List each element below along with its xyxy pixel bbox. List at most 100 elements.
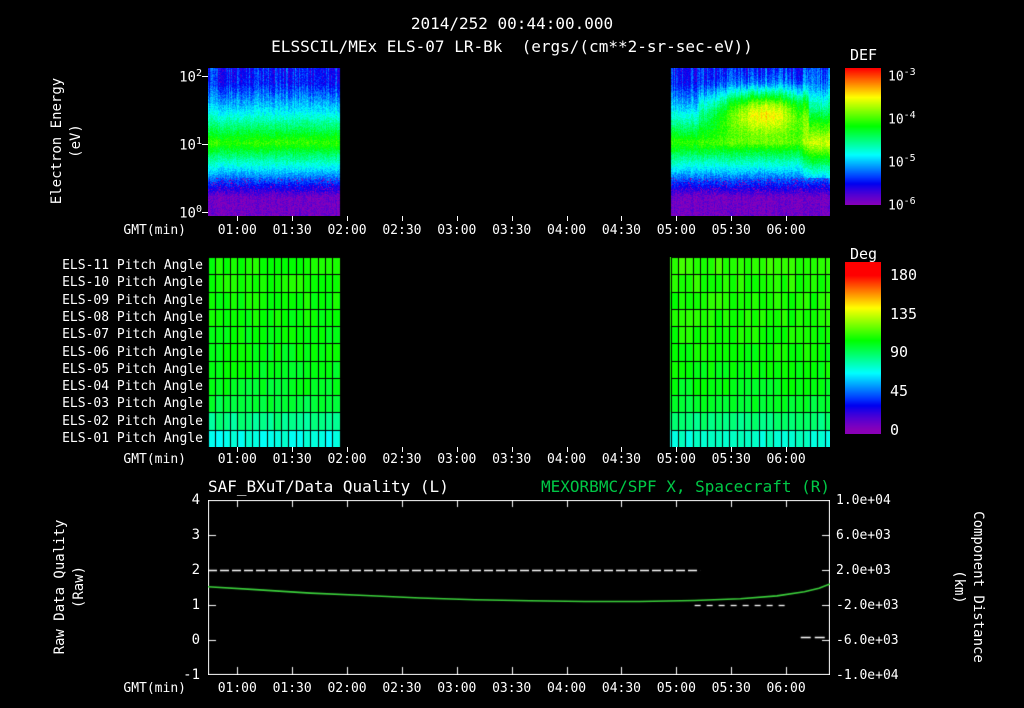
time-tick-label: 02:30	[382, 452, 422, 467]
pitch-row-label: ELS-01 Pitch Angle	[62, 430, 203, 446]
time-tick-label: 06:00	[766, 681, 806, 696]
line-plot-canvas	[208, 500, 830, 675]
energy-tick-mark	[202, 144, 208, 145]
distance-tick-label: 1.0e+04	[836, 493, 891, 508]
time-tick-mark	[731, 447, 732, 452]
time-tick-label: 01:00	[217, 223, 257, 238]
def-tick-exp: -5	[903, 153, 916, 164]
def-tick-base: 10	[888, 198, 904, 214]
time-tick-label: 04:30	[601, 681, 642, 696]
time-tick-label: 02:00	[327, 452, 367, 467]
distance-tick-label: -6.0e+03	[836, 633, 899, 648]
plot-timestamp: 2014/252 00:44:00.000	[410, 14, 614, 33]
distance-axis-label: Component Distance (km)	[949, 511, 987, 663]
time-tick-label: 01:30	[272, 452, 312, 467]
energy-tick-mark	[202, 76, 208, 77]
time-tick-mark	[237, 447, 238, 452]
time-tick-label: 05:00	[656, 223, 696, 238]
quality-axis-label-line2: (Raw)	[71, 565, 87, 609]
deg-colorbar-title: Deg	[850, 245, 878, 263]
time-tick-label: 04:00	[546, 223, 587, 238]
deg-colorbar-tick-label: 180	[890, 266, 918, 284]
time-tick-label: 03:30	[492, 452, 532, 467]
pitch-row-label: ELS-08 Pitch Angle	[62, 309, 203, 325]
distance-tick-label: 2.0e+03	[836, 563, 891, 578]
deg-colorbar-tick-label: 90	[890, 343, 909, 361]
time-tick-mark	[292, 216, 293, 221]
time-tick-label: 04:30	[601, 223, 642, 238]
time-tick-label: 01:30	[272, 223, 312, 238]
pitch-row-label: ELS-05 Pitch Angle	[62, 361, 203, 377]
pitch-row-label: ELS-02 Pitch Angle	[62, 413, 203, 429]
pitch-angle-canvas	[208, 257, 830, 447]
time-tick-mark	[567, 216, 568, 221]
time-tick-label: 02:00	[327, 681, 367, 696]
deg-colorbar-tick-label: 45	[890, 382, 909, 400]
time-tick-mark	[237, 216, 238, 221]
quality-axis-label-line1: Raw Data Quality	[52, 519, 69, 655]
def-colorbar-tick-label: 10-4	[888, 110, 916, 127]
distance-axis-label-line1: Component Distance	[969, 511, 986, 663]
time-tick-label: 05:30	[711, 223, 751, 238]
bottom-panel-header: SAF_BXuT/Data Quality (L) MEXORBMC/SPF X…	[208, 477, 830, 496]
time-tick-label: 05:00	[656, 452, 696, 467]
quality-tick-label: 0	[191, 632, 200, 648]
def-colorbar-canvas	[845, 68, 881, 205]
quality-tick-label: 2	[191, 562, 200, 578]
time-tick-mark	[786, 447, 787, 452]
time-tick-label: 03:30	[492, 681, 532, 696]
def-tick-base: 10	[888, 155, 904, 171]
energy-axis-label-line1: Electron Energy	[49, 77, 66, 205]
time-tick-label: 06:00	[766, 223, 806, 238]
quality-tick-label: 4	[191, 492, 200, 508]
time-tick-mark	[512, 216, 513, 221]
energy-tick-label: 100	[158, 204, 202, 222]
distance-tick-label: 6.0e+03	[836, 528, 891, 543]
time-tick-mark	[676, 216, 677, 221]
deg-colorbar-tick-label: 135	[890, 305, 918, 323]
time-tick-mark	[621, 216, 622, 221]
pitch-row-label: ELS-03 Pitch Angle	[62, 396, 203, 412]
time-tick-mark	[621, 447, 622, 452]
energy-tick-mark	[202, 212, 208, 213]
time-tick-label: 05:00	[656, 681, 696, 696]
pitch-row-label: ELS-09 Pitch Angle	[62, 292, 203, 308]
time-tick-label: 01:00	[217, 681, 257, 696]
distance-tick-label: -2.0e+03	[836, 598, 899, 613]
energy-tick-exp: 1	[195, 136, 202, 147]
time-tick-mark	[457, 216, 458, 221]
def-colorbar-tick-label: 10-6	[888, 196, 916, 213]
deg-colorbar-tick-label: 0	[890, 421, 900, 439]
energy-axis-label: Electron Energy (eV)	[48, 78, 86, 204]
deg-colorbar-canvas	[845, 262, 881, 434]
energy-tick-base: 10	[179, 137, 196, 154]
def-tick-base: 10	[888, 69, 904, 85]
time-tick-mark	[457, 447, 458, 452]
def-tick-exp: -3	[903, 67, 916, 78]
def-colorbar-title: DEF	[850, 46, 878, 64]
time-tick-label: 04:30	[601, 452, 642, 467]
time-tick-mark	[786, 216, 787, 221]
distance-tick-label: -1.0e+04	[836, 668, 899, 683]
energy-tick-exp: 2	[195, 68, 202, 79]
time-axis-label: GMT(min)	[123, 452, 186, 467]
time-tick-label: 05:30	[711, 452, 751, 467]
quality-panel-title: SAF_BXuT/Data Quality (L)	[208, 477, 449, 496]
time-tick-label: 01:30	[272, 681, 312, 696]
energy-spectrogram-canvas	[208, 68, 830, 216]
pitch-row-label: ELS-06 Pitch Angle	[62, 344, 203, 360]
def-colorbar-tick-label: 10-3	[888, 67, 916, 84]
distance-axis-label-line2: (km)	[951, 570, 967, 604]
time-tick-label: 02:00	[327, 223, 367, 238]
time-tick-mark	[512, 447, 513, 452]
time-tick-mark	[292, 447, 293, 452]
energy-tick-label: 102	[158, 68, 202, 86]
quality-axis-label: Raw Data Quality (Raw)	[51, 520, 89, 655]
quality-tick-label: 3	[191, 527, 200, 543]
time-tick-mark	[347, 216, 348, 221]
time-tick-label: 03:00	[437, 452, 477, 467]
energy-tick-label: 101	[158, 136, 202, 154]
def-tick-base: 10	[888, 112, 904, 128]
time-axis-label: GMT(min)	[123, 681, 186, 696]
energy-axis-label-line2: (eV)	[68, 124, 84, 158]
